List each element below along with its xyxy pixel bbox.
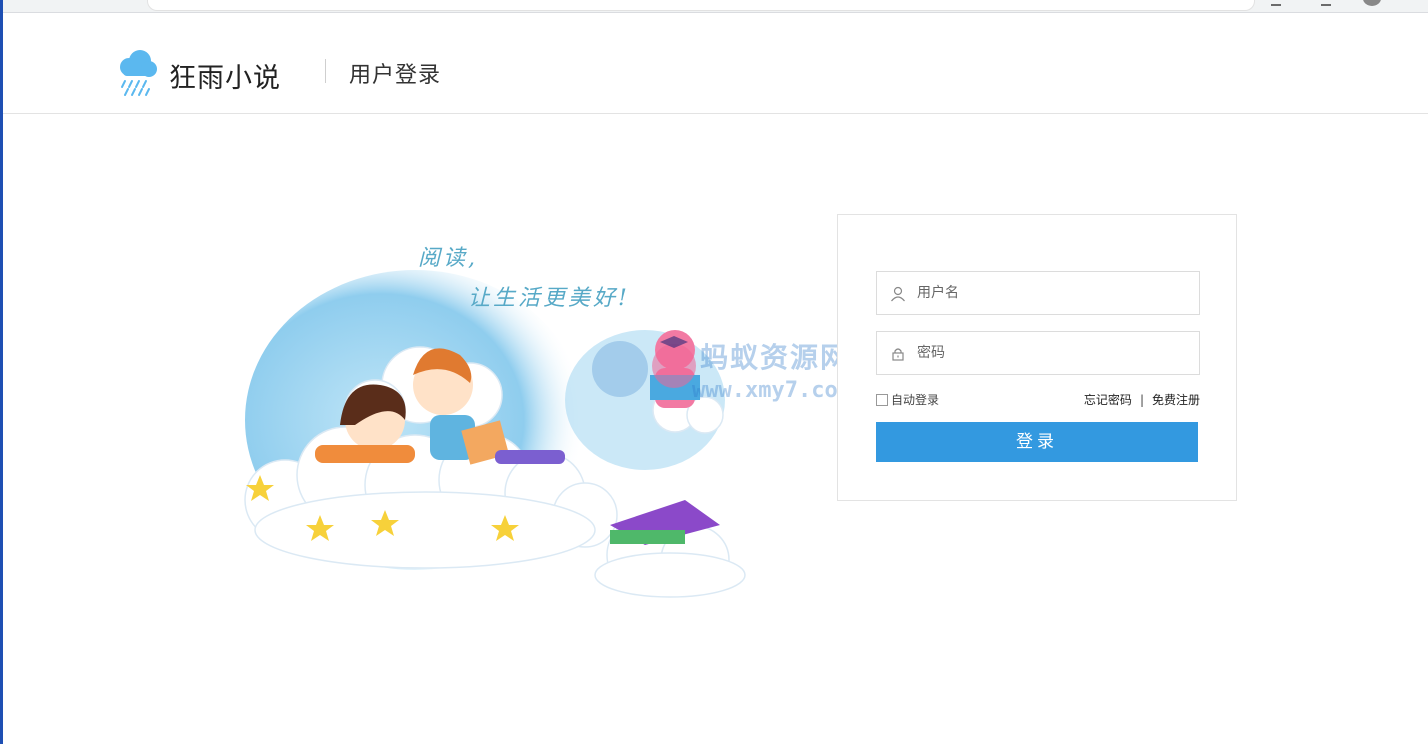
page-title: 用户登录 <box>349 63 442 88</box>
profile-avatar[interactable] <box>1363 0 1381 6</box>
login-panel: 自动登录 忘记密码 | 免费注册 登录 <box>837 214 1237 501</box>
slogan-line-2: 让生活更美好! <box>468 286 630 311</box>
lock-icon <box>892 348 904 361</box>
slogan-line-1: 阅读, <box>418 246 478 271</box>
watermark-logo-icon <box>592 336 696 397</box>
login-options-row: 自动登录 忘记密码 | 免费注册 <box>876 389 1200 407</box>
browser-toolbar-icon[interactable] <box>1321 0 1331 6</box>
username-input[interactable] <box>917 272 1187 314</box>
login-button[interactable]: 登录 <box>876 422 1198 462</box>
auto-login-option[interactable]: 自动登录 <box>876 391 939 408</box>
header-divider <box>325 59 326 83</box>
forgot-password-link[interactable]: 忘记密码 <box>1084 393 1132 407</box>
watermark-title: 蚂蚁资源网 <box>700 341 851 374</box>
register-link[interactable]: 免费注册 <box>1152 393 1200 407</box>
username-field[interactable] <box>876 271 1200 315</box>
auto-login-checkbox[interactable] <box>876 393 888 406</box>
link-separator: | <box>1139 393 1144 407</box>
browser-toolbar-icon[interactable] <box>1271 0 1281 6</box>
password-input[interactable] <box>917 332 1187 374</box>
password-field[interactable] <box>876 331 1200 375</box>
site-header: 狂雨小说 用户登录 <box>3 13 1428 114</box>
rain-cloud-logo-icon[interactable] <box>115 47 159 97</box>
account-links: 忘记密码 | 免费注册 <box>1084 391 1200 408</box>
brand-name[interactable]: 狂雨小说 <box>169 56 281 95</box>
user-icon <box>891 286 905 302</box>
browser-toolbar <box>3 0 1428 13</box>
auto-login-label: 自动登录 <box>891 393 940 407</box>
address-bar[interactable] <box>148 0 1254 10</box>
watermark-url: www.xmy7.com <box>692 378 851 403</box>
